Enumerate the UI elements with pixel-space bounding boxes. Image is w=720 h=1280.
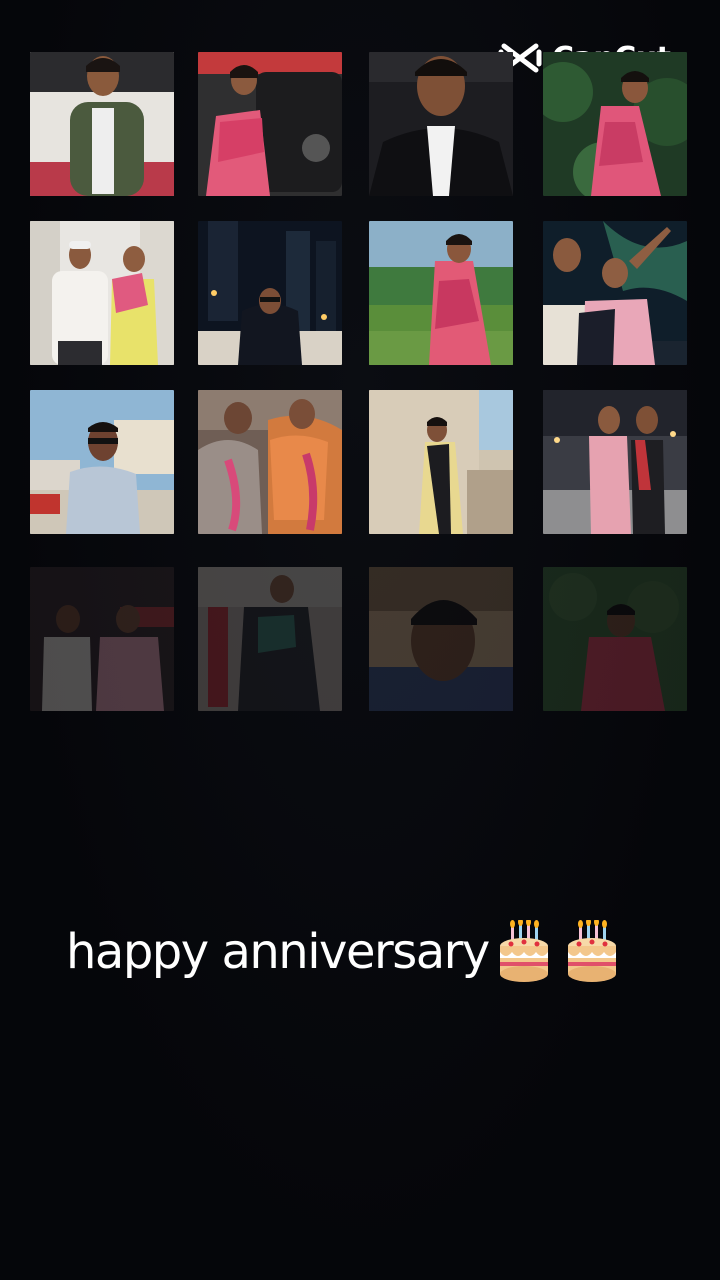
photo-tile-wedding-garlands (198, 390, 342, 534)
photo-tile-couple-aurora (543, 221, 687, 365)
anniversary-caption: happy anniversary (66, 918, 619, 984)
photo-tile-boy-black-shirt (369, 52, 513, 196)
photo-tile-woman-pink-outfit-garden (543, 52, 687, 196)
photo-tile-woman-pink-saree-car (198, 52, 342, 196)
photo-tile-man-closeup-faded (369, 567, 513, 711)
photo-tile-couple-faded (30, 567, 174, 711)
photo-tile-man-olive-shirt (30, 52, 174, 196)
photo-tile-man-city-night (198, 221, 342, 365)
photo-tile-woman-black-saree-faded (198, 567, 342, 711)
grid-row-3 (30, 390, 690, 536)
grid-row-4-faded (30, 567, 690, 713)
photo-tile-woman-pink-saree-field (369, 221, 513, 365)
caption-text: happy anniversary (66, 924, 490, 980)
grid-row-1 (30, 52, 690, 198)
birthday-cake-icon (565, 918, 619, 984)
video-frame: CapCut (0, 0, 720, 1280)
photo-tile-couple-night-market (543, 390, 687, 534)
photo-tile-couple-hallway (30, 221, 174, 365)
photo-tile-woman-yellow-saree (369, 390, 513, 534)
photo-tile-man-sunglasses-street (30, 390, 174, 534)
birthday-cake-icon (497, 918, 551, 984)
photo-tile-woman-green-wall-faded (543, 567, 687, 711)
grid-row-2 (30, 221, 690, 367)
